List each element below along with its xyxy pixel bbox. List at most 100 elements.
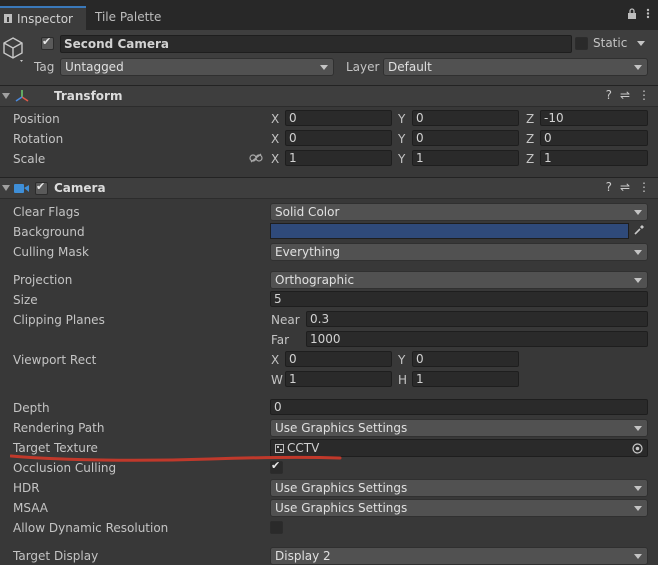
- constrain-proportions-icon[interactable]: [249, 153, 263, 163]
- chevron-down-icon: [634, 250, 642, 255]
- viewport-w-field[interactable]: 1: [285, 371, 392, 387]
- chevron-down-icon: [634, 278, 642, 283]
- camera-title: Camera: [54, 181, 106, 195]
- projection-value: Orthographic: [275, 273, 355, 287]
- checkmark-icon: ✔: [36, 180, 46, 193]
- far-label[interactable]: Far: [271, 333, 289, 347]
- scale-z-label[interactable]: Z: [526, 152, 534, 166]
- rotation-y-label[interactable]: Y: [398, 132, 405, 146]
- culling-mask-dropdown[interactable]: Everything: [270, 243, 648, 261]
- rotation-y-field[interactable]: 0: [412, 130, 519, 146]
- viewport-y-label[interactable]: Y: [398, 353, 405, 367]
- camera-header[interactable]: ✔ Camera ? ⇌ ⋮: [0, 177, 658, 199]
- help-icon[interactable]: ?: [606, 180, 612, 194]
- clipping-planes-label: Clipping Planes: [13, 313, 105, 327]
- rotation-z-field[interactable]: 0: [540, 130, 648, 146]
- chevron-down-icon: [634, 65, 642, 70]
- rotation-label: Rotation: [13, 132, 64, 146]
- static-checkbox[interactable]: [575, 37, 588, 50]
- viewport-x-label[interactable]: X: [271, 353, 279, 367]
- occlusion-culling-label: Occlusion Culling: [13, 461, 117, 475]
- msaa-dropdown[interactable]: Use Graphics Settings: [270, 499, 648, 517]
- hdr-value: Use Graphics Settings: [275, 481, 408, 495]
- dynamic-resolution-checkbox[interactable]: [270, 521, 283, 534]
- checkmark-icon: ✔: [42, 35, 52, 48]
- far-field[interactable]: 1000: [306, 331, 648, 347]
- culling-mask-label: Culling Mask: [13, 245, 89, 259]
- scale-x-field[interactable]: 1: [285, 150, 392, 166]
- position-z-field[interactable]: -10: [540, 110, 648, 126]
- position-x-field[interactable]: 0: [285, 110, 392, 126]
- hdr-dropdown[interactable]: Use Graphics Settings: [270, 479, 648, 497]
- render-texture-icon: [275, 444, 284, 453]
- checkmark-icon: ✔: [271, 459, 281, 472]
- viewport-x-field[interactable]: 0: [285, 351, 392, 367]
- presets-icon[interactable]: ⇌: [620, 180, 630, 194]
- position-y-field[interactable]: 0: [412, 110, 519, 126]
- position-x-label[interactable]: X: [271, 112, 279, 126]
- hdr-label: HDR: [13, 481, 40, 495]
- chevron-down-icon: [634, 210, 642, 215]
- foldout-arrow-icon[interactable]: [2, 93, 10, 99]
- viewport-w-label[interactable]: W: [271, 373, 283, 387]
- target-display-dropdown[interactable]: Display 2: [270, 547, 648, 565]
- depth-field[interactable]: 0: [270, 399, 648, 415]
- occlusion-culling-checkbox[interactable]: ✔: [270, 459, 283, 474]
- eyedropper-icon[interactable]: [633, 224, 645, 236]
- tab-bar: Inspector Tile Palette: [0, 0, 658, 30]
- transform-axes-icon: [15, 90, 29, 102]
- lock-icon[interactable]: [627, 8, 637, 19]
- depth-label: Depth: [13, 401, 50, 415]
- projection-dropdown[interactable]: Orthographic: [270, 271, 648, 289]
- rendering-path-dropdown[interactable]: Use Graphics Settings: [270, 419, 648, 437]
- more-options-icon[interactable]: ⋮: [638, 180, 650, 194]
- tag-dropdown[interactable]: Untagged: [60, 58, 334, 76]
- object-picker-icon[interactable]: [632, 443, 643, 454]
- viewport-y-field[interactable]: 0: [412, 351, 519, 367]
- static-label: Static: [593, 36, 628, 50]
- object-name-field[interactable]: Second Camera: [60, 35, 572, 53]
- msaa-value: Use Graphics Settings: [275, 501, 408, 515]
- rendering-path-value: Use Graphics Settings: [275, 421, 408, 435]
- target-display-value: Display 2: [275, 549, 331, 563]
- scale-z-field[interactable]: 1: [540, 150, 648, 166]
- tag-value: Untagged: [65, 60, 124, 74]
- viewport-h-field[interactable]: 1: [412, 371, 519, 387]
- viewport-rect-label: Viewport Rect: [13, 353, 97, 367]
- clear-flags-label: Clear Flags: [13, 205, 80, 219]
- layer-label: Layer: [346, 60, 380, 74]
- camera-enabled-checkbox[interactable]: ✔: [35, 180, 48, 195]
- more-options-icon[interactable]: [646, 8, 650, 19]
- tab-tile-palette[interactable]: Tile Palette: [88, 6, 178, 30]
- rotation-x-label[interactable]: X: [271, 132, 279, 146]
- clear-flags-value: Solid Color: [275, 205, 340, 219]
- position-z-label[interactable]: Z: [526, 112, 534, 126]
- near-label[interactable]: Near: [271, 313, 300, 327]
- scale-y-field[interactable]: 1: [412, 150, 519, 166]
- rendering-path-label: Rendering Path: [13, 421, 105, 435]
- transform-title: Transform: [54, 89, 123, 103]
- position-y-label[interactable]: Y: [398, 112, 405, 126]
- size-field[interactable]: 5: [270, 291, 648, 307]
- active-checkbox[interactable]: ✔: [41, 35, 54, 50]
- presets-icon[interactable]: ⇌: [620, 88, 630, 102]
- clear-flags-dropdown[interactable]: Solid Color: [270, 203, 648, 221]
- tab-inspector-label: Inspector: [17, 12, 73, 26]
- viewport-h-label[interactable]: H: [398, 373, 407, 387]
- layer-dropdown[interactable]: Default: [383, 58, 648, 76]
- more-options-icon[interactable]: ⋮: [638, 88, 650, 102]
- tab-inspector[interactable]: Inspector: [0, 6, 86, 30]
- foldout-arrow-icon[interactable]: [2, 185, 10, 191]
- near-field[interactable]: 0.3: [306, 311, 648, 327]
- transform-header[interactable]: Transform ? ⇌ ⋮: [0, 85, 658, 107]
- chevron-down-icon: [634, 486, 642, 491]
- culling-mask-value: Everything: [275, 245, 340, 259]
- help-icon[interactable]: ?: [606, 88, 612, 102]
- scale-y-label[interactable]: Y: [398, 152, 405, 166]
- rotation-z-label[interactable]: Z: [526, 132, 534, 146]
- rotation-x-field[interactable]: 0: [285, 130, 392, 146]
- background-color-swatch[interactable]: [270, 223, 629, 239]
- tag-label: Tag: [34, 60, 55, 74]
- static-dropdown-icon[interactable]: [637, 41, 645, 46]
- scale-x-label[interactable]: X: [271, 152, 279, 166]
